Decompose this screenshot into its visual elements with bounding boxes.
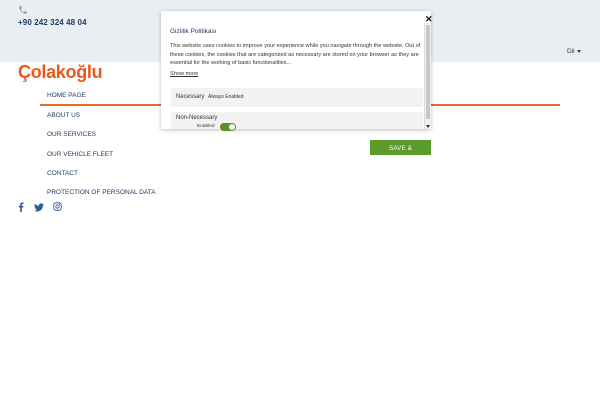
language-selector[interactable]: Dil [567, 48, 581, 55]
instagram-icon[interactable] [53, 202, 62, 211]
necessary-cookies-row[interactable]: Necessary Always Enabled [171, 88, 423, 107]
non-necessary-toggle[interactable] [220, 123, 236, 131]
nav-item-home[interactable]: HOME PAGE [47, 92, 86, 99]
modal-title: Gizlilik Politikası [170, 28, 217, 35]
nav-item-services[interactable]: OUR SERVICES [47, 131, 96, 138]
nav-item-contact[interactable]: CONTACT [47, 170, 78, 177]
non-necessary-title: Non-Necessary [176, 115, 218, 121]
show-more-link[interactable]: Show more [170, 71, 198, 77]
non-necessary-cookies-row[interactable]: Non-Necessary Enabled [171, 112, 423, 131]
save-accept-button[interactable]: SAVE & ACCEPT [370, 140, 431, 167]
nav-item-fleet[interactable]: OUR VEHICLE FLEET [47, 151, 113, 158]
scroll-down-icon[interactable] [426, 125, 430, 128]
scrollbar-thumb[interactable] [426, 25, 430, 119]
modal-body-text: This website uses cookies to improve you… [170, 43, 421, 66]
nav-item-personal-data[interactable]: PROTECTION OF PERSONAL DATA [47, 189, 156, 196]
phone-number[interactable]: +90 242 324 48 04 [18, 18, 87, 27]
cookie-consent-modal: ✕ Gizlilik Politikası This website uses … [161, 11, 433, 131]
logo[interactable]: Çolakoğlu [18, 62, 103, 83]
modal-scrollbar[interactable] [424, 23, 431, 129]
toggle-knob [229, 124, 235, 130]
necessary-status: Always Enabled [208, 94, 244, 100]
chevron-down-icon [576, 49, 581, 53]
nav-item-about[interactable]: ABOUT US [47, 112, 80, 119]
twitter-icon[interactable] [34, 203, 44, 212]
non-necessary-status: Enabled [197, 124, 215, 129]
necessary-label: Necessary Always Enabled [176, 94, 244, 100]
necessary-title: Necessary [176, 94, 205, 100]
phone-icon [19, 6, 27, 14]
facebook-icon[interactable] [17, 202, 25, 212]
language-label: Dil [567, 48, 575, 55]
